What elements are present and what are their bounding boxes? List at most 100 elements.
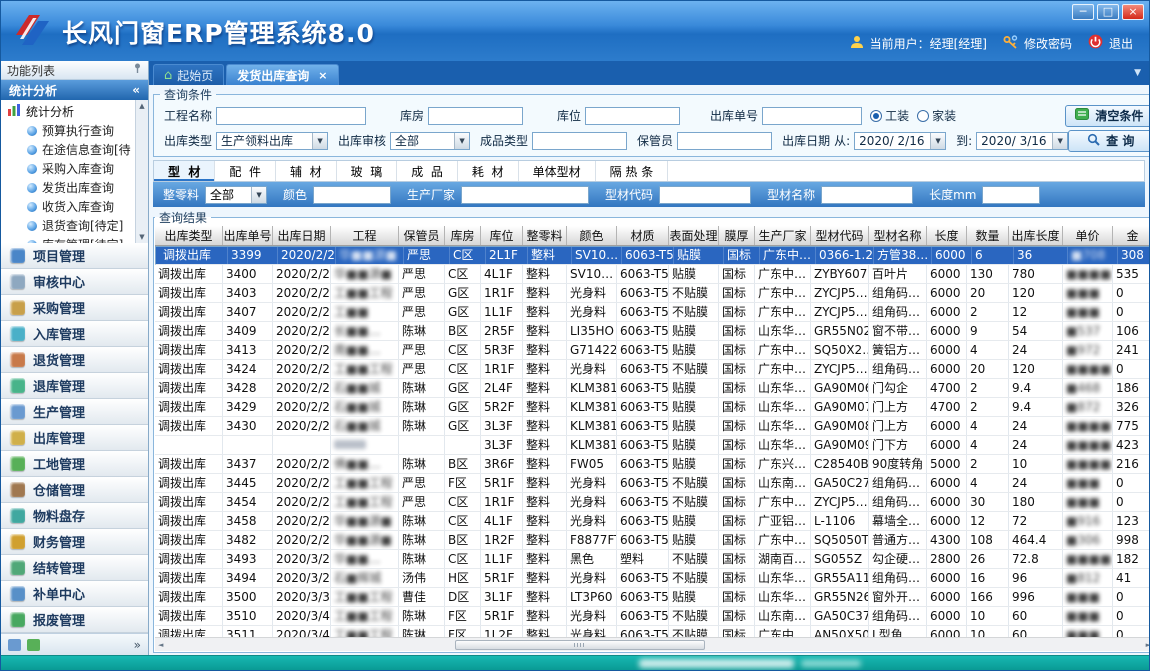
scroll-left-icon[interactable]: ◄ bbox=[158, 641, 163, 649]
sidebar-item-4[interactable]: 入库管理 bbox=[1, 321, 148, 347]
column-header-11[interactable]: 表面处理 bbox=[669, 226, 719, 245]
tree-item-5[interactable]: 收货入库查询 bbox=[7, 197, 134, 216]
sidebar-item-1[interactable]: 项目管理 bbox=[1, 243, 148, 269]
table-row[interactable]: 调拨出库34032020/2/25工■■工程严思G区1R1F整料光身料6063-… bbox=[155, 284, 1150, 303]
table-row[interactable]: 调拨出库34282020/2/26石■■城陈琳G区2L4F整料KLM381760… bbox=[155, 379, 1150, 398]
sidebar-item-15[interactable]: 报废管理 bbox=[1, 607, 148, 633]
search-button[interactable]: 查 询 bbox=[1068, 130, 1150, 152]
table-row[interactable]: 调拨出库34092020/2/25长■■…陈琳B区2R5F整料LI35HO606… bbox=[155, 322, 1150, 341]
color-input[interactable] bbox=[313, 186, 391, 204]
tree-root-statistics[interactable]: 统计分析 bbox=[7, 102, 134, 121]
sidebar-item-5[interactable]: 退货管理 bbox=[1, 347, 148, 373]
more-panels-icon[interactable]: » bbox=[134, 638, 141, 652]
tree-item-3[interactable]: 采购入库查询 bbox=[7, 159, 134, 178]
column-header-13[interactable]: 生产厂家 bbox=[755, 226, 811, 245]
table-row[interactable]: 调拨出库35002020/3/3工■■工程曹佳D区3L1F整料LT3P60606… bbox=[155, 588, 1150, 607]
column-header-18[interactable]: 出库长度 bbox=[1009, 226, 1063, 245]
tree-item-1[interactable]: 预算执行查询 bbox=[7, 121, 134, 140]
keeper-input[interactable] bbox=[677, 132, 772, 150]
horizontal-scroll-thumb[interactable] bbox=[455, 640, 705, 650]
table-row[interactable]: 调拨出库34302020/2/26石■■城陈琳G区3L3F整料KLM381760… bbox=[155, 417, 1150, 436]
sidebar-item-10[interactable]: 仓储管理 bbox=[1, 477, 148, 503]
horizontal-scrollbar[interactable]: ◄ ► bbox=[155, 637, 1150, 651]
column-header-8[interactable]: 整零料 bbox=[523, 226, 567, 245]
column-header-6[interactable]: 库房 bbox=[445, 226, 481, 245]
whole-piece-select[interactable]: 全部 ▼ bbox=[205, 186, 267, 204]
table-row[interactable]: 调拨出库35112020/3/4工■■工程陈琳F区1L2F整料光身料6063-T… bbox=[155, 626, 1150, 637]
material-tab-6[interactable]: 耗 材 bbox=[458, 161, 519, 181]
dropdown-arrow-icon[interactable]: ▼ bbox=[930, 133, 945, 149]
material-tab-7[interactable]: 单体型材 bbox=[519, 161, 596, 181]
tab-shipment-outbound-query[interactable]: 发货出库查询 × bbox=[226, 64, 338, 85]
dropdown-arrow-icon[interactable]: ▼ bbox=[454, 133, 469, 149]
grid-icon[interactable] bbox=[8, 639, 21, 651]
change-password-link[interactable]: 修改密码 bbox=[1024, 35, 1072, 52]
table-row[interactable]: 调拨出库34372020/2/27佛■■…陈琳B区3R6F整料FW056063-… bbox=[155, 455, 1150, 474]
column-header-9[interactable]: 颜色 bbox=[567, 226, 617, 245]
sidebar-item-11[interactable]: 物料盘存 bbox=[1, 503, 148, 529]
table-row[interactable]: 调拨出库34822020/2/28华■■源■陈琳B区1R2F整料F8877FT6… bbox=[155, 531, 1150, 550]
table-row[interactable]: 调拨出库34242020/2/26工■■工程严思C区1R1F整料光身料6063-… bbox=[155, 360, 1150, 379]
sidebar-item-9[interactable]: 工地管理 bbox=[1, 451, 148, 477]
table-row[interactable]: 调拨出库34582020/2/28华■■源■陈琳C区4L1F整料光身料6063-… bbox=[155, 512, 1150, 531]
minimize-button[interactable]: ─ bbox=[1072, 4, 1094, 20]
column-header-16[interactable]: 长度 bbox=[927, 226, 967, 245]
sidebar-item-7[interactable]: 生产管理 bbox=[1, 399, 148, 425]
table-row[interactable]: 调拨出库35102020/3/4工■■工程陈琳F区5R1F整料光身料6063-T… bbox=[155, 607, 1150, 626]
profile-code-input[interactable] bbox=[659, 186, 751, 204]
location-input[interactable] bbox=[585, 107, 680, 125]
sidebar-item-6[interactable]: 退库管理 bbox=[1, 373, 148, 399]
order-no-input[interactable] bbox=[762, 107, 862, 125]
project-name-input[interactable] bbox=[216, 107, 366, 125]
material-tab-2[interactable]: 配 件 bbox=[215, 161, 276, 181]
collapse-icon[interactable]: « bbox=[132, 83, 140, 97]
pin-icon[interactable] bbox=[133, 63, 142, 77]
column-header-17[interactable]: 数量 bbox=[967, 226, 1009, 245]
material-tab-1[interactable]: 型 材 bbox=[154, 161, 215, 181]
column-header-19[interactable]: 单价 bbox=[1063, 226, 1113, 245]
table-row[interactable]: 调拨出库34002020/2/25华■■源■严思C区4L1F整料SV10…606… bbox=[155, 265, 1150, 284]
tab-close-icon[interactable]: × bbox=[318, 69, 327, 82]
sidebar-item-3[interactable]: 采购管理 bbox=[1, 295, 148, 321]
tab-home[interactable]: ⌂ 起始页 bbox=[153, 64, 224, 85]
column-header-12[interactable]: 膜厚 bbox=[719, 226, 755, 245]
column-header-3[interactable]: 出库日期 bbox=[273, 226, 331, 245]
material-tab-3[interactable]: 辅 材 bbox=[276, 161, 337, 181]
sidebar-item-2[interactable]: 审核中心 bbox=[1, 269, 148, 295]
column-header-5[interactable]: 保管员 bbox=[399, 226, 445, 245]
table-row[interactable]: 调拨出库34542020/2/28工■■工程严思C区1R1F整料光身料6063-… bbox=[155, 493, 1150, 512]
table-row[interactable]: 调拨出库34942020/3/2石■辉城汤伟H区5R1F整料光身料6063-T5… bbox=[155, 569, 1150, 588]
sidebar-item-8[interactable]: 出库管理 bbox=[1, 425, 148, 451]
tree-item-2[interactable]: 在途信息查询[待 bbox=[7, 140, 134, 159]
column-header-20[interactable]: 金 bbox=[1113, 226, 1150, 245]
sidebar-item-12[interactable]: 财务管理 bbox=[1, 529, 148, 555]
column-header-1[interactable]: 出库类型 bbox=[155, 226, 223, 245]
warehouse-input[interactable] bbox=[428, 107, 523, 125]
close-button[interactable]: × bbox=[1122, 4, 1144, 20]
column-header-14[interactable]: 型材代码 bbox=[811, 226, 869, 245]
column-header-2[interactable]: 出库单号 bbox=[223, 226, 273, 245]
material-tab-8[interactable]: 隔 热 条 bbox=[596, 161, 669, 181]
material-tab-4[interactable]: 玻 璃 bbox=[337, 161, 398, 181]
table-row[interactable]: 调拨出库34292020/2/26石■■城陈琳G区5R2F整料KLM381760… bbox=[155, 398, 1150, 417]
outbound-type-select[interactable]: 生产领料出库 ▼ bbox=[216, 132, 328, 150]
maximize-button[interactable]: □ bbox=[1097, 4, 1119, 20]
clear-conditions-button[interactable]: 清空条件 bbox=[1065, 105, 1150, 127]
tab-list-caret-icon[interactable]: ▼ bbox=[1134, 68, 1141, 78]
audit-select[interactable]: 全部 ▼ bbox=[390, 132, 470, 150]
length-input[interactable] bbox=[982, 186, 1040, 204]
table-row[interactable]: 调拨出库34452020/2/27工■■工程严思F区5R1F整料光身料6063-… bbox=[155, 474, 1150, 493]
radio-gongzhuang[interactable] bbox=[870, 110, 882, 122]
column-header-10[interactable]: 材质 bbox=[617, 226, 669, 245]
table-row[interactable]: 调拨出库34132020/2/26南■■…严思C区5R3F整料G71422606… bbox=[155, 341, 1150, 360]
tree-item-7[interactable]: 库存管理[待定] bbox=[7, 235, 134, 243]
sidebar-section-statistics[interactable]: 统计分析 « bbox=[1, 80, 148, 100]
date-from-picker[interactable]: 2020/ 2/16 ▼ bbox=[854, 132, 946, 150]
profile-name-input[interactable] bbox=[821, 186, 913, 204]
column-header-4[interactable]: 工程 bbox=[331, 226, 399, 245]
table-row[interactable]: 3L3F整料KLM38176063-T5贴膜国标山东华…GA90M09…门下方6… bbox=[155, 436, 1150, 455]
save-icon[interactable] bbox=[27, 639, 40, 651]
column-header-7[interactable]: 库位 bbox=[481, 226, 523, 245]
table-row[interactable]: 调拨出库33992020/2/25华■■源■严思C区2L1F整料SV10…606… bbox=[155, 246, 1150, 265]
material-tab-5[interactable]: 成 品 bbox=[397, 161, 458, 181]
